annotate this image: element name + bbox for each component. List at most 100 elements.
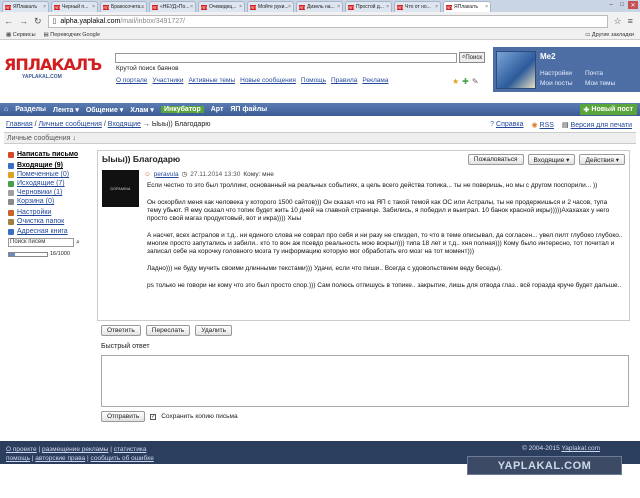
favicon-icon: ЯП — [446, 4, 452, 10]
quick-reply-textarea[interactable] — [101, 355, 629, 407]
avatar[interactable] — [496, 51, 536, 89]
header-nav-link[interactable]: Реклама — [362, 77, 388, 84]
tag-icon[interactable]: ✎ — [472, 77, 479, 86]
browser-tab[interactable]: ЯП Простой д... × — [345, 1, 392, 12]
browser-tab[interactable]: ЯП Что от но... × — [394, 1, 441, 12]
header-nav-link[interactable]: Помощь — [301, 77, 326, 84]
user-name[interactable]: Me2 — [540, 52, 556, 61]
user-link-settings[interactable]: Настройки — [540, 70, 585, 77]
send-button[interactable]: Отправить — [101, 411, 146, 422]
footer-site-link[interactable]: Yaplakal.com — [561, 445, 600, 452]
help-link[interactable]: Справка — [496, 121, 523, 128]
footer-report[interactable]: сообщить об ошибке — [91, 455, 154, 462]
header-nav-link[interactable]: Участники — [152, 77, 183, 84]
compose-link[interactable]: Написать письмо — [8, 151, 92, 158]
footer-copyright[interactable]: авторские права — [35, 455, 85, 462]
menu-chat[interactable]: Общение ▾ — [86, 106, 123, 114]
bookmark-services[interactable]: ▦ Сервисы — [6, 32, 36, 38]
settings-link[interactable]: Настройки — [8, 209, 92, 216]
section-title[interactable]: Личные сообщения ↓ — [4, 132, 636, 144]
browser-tab[interactable]: ЯП ЯПлакалъ × — [443, 1, 491, 12]
menu-feed[interactable]: Лента ▾ — [53, 106, 79, 114]
header-nav-link[interactable]: Правила — [331, 77, 357, 84]
menu-trash[interactable]: Хлам ▾ — [130, 106, 154, 114]
browser-tab[interactable]: ЯП Бракосочета... × — [100, 1, 147, 12]
header-nav-link[interactable]: Новые сообщения — [240, 77, 296, 84]
close-tab-icon[interactable]: × — [288, 4, 291, 10]
favicon-icon: ЯП — [397, 4, 403, 10]
address-bar[interactable]: ▯ alpha.yaplakal.com/mail/inbox/3491727/ — [47, 14, 608, 28]
folder-item[interactable]: Корзина (0) — [8, 198, 92, 205]
browser-tab[interactable]: ЯП ЯПлакалъ × — [2, 1, 49, 12]
message-toolbar: Пожаловаться Входящие ▾ Действия ▾ — [467, 154, 625, 165]
folder-item[interactable]: Исходящие (7) — [8, 180, 92, 187]
search-icon[interactable]: ⌕ — [76, 239, 80, 247]
back-arrow-icon[interactable]: ← — [4, 16, 13, 26]
close-tab-icon[interactable]: × — [337, 4, 340, 10]
rss-link[interactable]: RSS — [540, 122, 554, 129]
close-tab-icon[interactable]: × — [92, 4, 95, 10]
sender-avatar[interactable]: DOPAMINA — [102, 170, 139, 207]
site-search-button[interactable]: ⌕ Поиск — [459, 52, 485, 63]
user-link-topics[interactable]: Мои темы — [585, 80, 630, 87]
menu-files[interactable]: ЯП файлы — [230, 106, 267, 113]
browser-tab[interactable]: ЯП Дизель на... × — [296, 1, 343, 12]
clear-folders-link[interactable]: Очистка папок — [8, 218, 92, 225]
crumb-pm[interactable]: Личные сообщения — [39, 121, 102, 128]
home-icon[interactable]: ⌂ — [4, 106, 8, 113]
save-copy-checkbox[interactable]: ✓ — [150, 413, 157, 420]
browser-tab[interactable]: ЯП «НЕУД»По... × — [149, 1, 196, 12]
forward-arrow-icon[interactable]: → — [19, 16, 28, 26]
report-button[interactable]: Пожаловаться — [467, 154, 524, 165]
move-folder-button[interactable]: Входящие ▾ — [527, 154, 576, 165]
crumb-home[interactable]: Главная — [6, 121, 33, 128]
header-nav-link[interactable]: Активные темы — [188, 77, 235, 84]
close-tab-icon[interactable]: × — [141, 4, 144, 10]
user-link-mail[interactable]: Почта — [585, 70, 630, 77]
minimize-icon[interactable]: – — [606, 1, 616, 9]
close-tab-icon[interactable]: × — [485, 4, 488, 10]
close-window-icon[interactable]: ✕ — [628, 1, 638, 9]
user-link-posts[interactable]: Мои посты — [540, 80, 585, 87]
mail-search-input[interactable]: Поиск писем — [8, 238, 74, 247]
browser-tab[interactable]: ЯП Очевидец... × — [198, 1, 245, 12]
plus-icon[interactable]: ✚ — [462, 77, 469, 86]
forward-button[interactable]: Переслать — [145, 325, 191, 336]
star-icon[interactable]: ☆ — [614, 16, 622, 27]
folder-item[interactable]: Входящие (9) — [8, 162, 92, 169]
maximize-icon[interactable]: □ — [617, 1, 627, 9]
sender-link[interactable]: peravula — [154, 171, 179, 178]
bookmark-translate[interactable]: ▤ Переводчик Google — [44, 32, 100, 38]
print-link[interactable]: Версия для печати — [571, 122, 632, 129]
site-search-input[interactable] — [115, 53, 457, 63]
close-tab-icon[interactable]: × — [386, 4, 389, 10]
reload-icon[interactable]: ↻ — [34, 16, 42, 27]
address-book-link[interactable]: Адресная книга — [8, 228, 92, 235]
browser-tab[interactable]: ЯП Мойте руки... × — [247, 1, 294, 12]
other-bookmarks[interactable]: ▭ Другие закладки — [585, 32, 634, 38]
footer-about[interactable]: О проекте — [6, 446, 37, 453]
close-tab-icon[interactable]: × — [435, 4, 438, 10]
close-tab-icon[interactable]: × — [239, 4, 242, 10]
new-post-button[interactable]: ✚ Новый пост — [579, 104, 637, 115]
menu-sections[interactable]: Разделы — [15, 106, 46, 113]
footer-ads[interactable]: размещение рекламы — [42, 446, 108, 453]
delete-button[interactable]: Удалить — [195, 325, 233, 336]
close-tab-icon[interactable]: × — [190, 4, 193, 10]
watermark-logo: YAPLAKAL.COM — [467, 456, 622, 475]
star-icon[interactable]: ★ — [452, 77, 459, 86]
close-tab-icon[interactable]: × — [43, 4, 46, 10]
site-logo[interactable]: ЯПЛАКАЛЪ — [4, 55, 102, 74]
folder-item[interactable]: Помеченные (0) — [8, 171, 92, 178]
folder-item[interactable]: Черновики (1) — [8, 189, 92, 196]
menu-icon[interactable]: ≡ — [628, 16, 633, 26]
footer-stats[interactable]: статистика — [114, 446, 147, 453]
footer-help[interactable]: помощь — [6, 455, 30, 462]
menu-incubator[interactable]: Инкубатор — [160, 106, 204, 113]
header-nav-link[interactable]: О портале — [116, 77, 147, 84]
actions-button[interactable]: Действия ▾ — [579, 154, 625, 165]
crumb-inbox[interactable]: Входящие — [108, 121, 141, 128]
menu-art[interactable]: Арт — [211, 106, 224, 113]
browser-tab[interactable]: ЯП Черный п... × — [51, 1, 98, 12]
reply-button[interactable]: Ответить — [101, 325, 141, 336]
